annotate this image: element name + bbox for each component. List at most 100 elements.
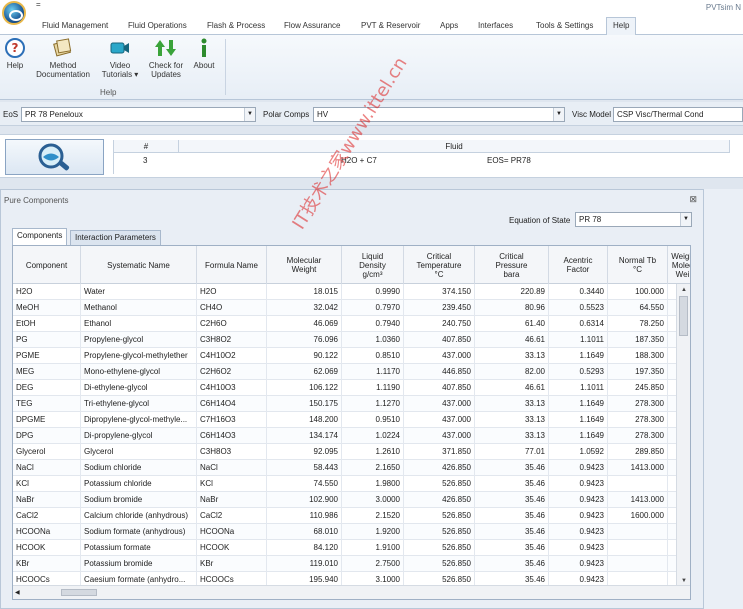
cell-normal-tb[interactable] (608, 476, 668, 492)
table-row[interactable]: PGME Propylene-glycol-methylether C4H10O2 9… (13, 348, 677, 364)
cell-systematic-name[interactable]: Glycerol (81, 444, 197, 460)
cell-acentric-factor[interactable]: 0.9423 (549, 540, 608, 556)
chevron-down-icon[interactable]: ▼ (244, 108, 255, 121)
cell-component[interactable]: PGME (13, 348, 81, 364)
cell-systematic-name[interactable]: Water (81, 284, 197, 300)
tab-interaction-parameters[interactable]: Interaction Parameters (70, 230, 161, 246)
cell-critical-pressure[interactable]: 35.46 (475, 524, 549, 540)
cell-molecular-weight[interactable]: 32.042 (267, 300, 342, 316)
cell-acentric-factor[interactable]: 0.6314 (549, 316, 608, 332)
cell-formula-name[interactable]: C6H14O3 (197, 428, 267, 444)
cell-formula-name[interactable]: C4H10O2 (197, 348, 267, 364)
table-row[interactable]: KCl Potassium chloride KCl 74.550 1.9800 526.… (13, 476, 677, 492)
cell-molecular-weight[interactable]: 106.122 (267, 380, 342, 396)
cell-critical-pressure[interactable]: 33.13 (475, 348, 549, 364)
cell-molecular-weight[interactable]: 18.015 (267, 284, 342, 300)
cell-acentric-factor[interactable]: 0.5523 (549, 300, 608, 316)
grid-header-col-critical-temperature[interactable]: Critical Temperature °C (404, 246, 475, 284)
cell-formula-name[interactable]: C7H16O3 (197, 412, 267, 428)
cell-systematic-name[interactable]: Sodium formate (anhydrous) (81, 524, 197, 540)
cell-acentric-factor[interactable]: 1.1011 (549, 332, 608, 348)
cell-systematic-name[interactable]: Methanol (81, 300, 197, 316)
cell-critical-pressure[interactable]: 77.01 (475, 444, 549, 460)
cell-formula-name[interactable]: C2H6O (197, 316, 267, 332)
cell-liquid-density[interactable]: 0.9510 (342, 412, 404, 428)
cell-acentric-factor[interactable]: 0.9423 (549, 476, 608, 492)
cell-formula-name[interactable]: HCOONa (197, 524, 267, 540)
help-button[interactable]: ? Help (4, 37, 26, 70)
cell-liquid-density[interactable]: 1.9100 (342, 540, 404, 556)
cell-critical-temperature[interactable]: 437.000 (404, 348, 475, 364)
cell-critical-pressure[interactable]: 33.13 (475, 412, 549, 428)
cell-formula-name[interactable]: KCl (197, 476, 267, 492)
cell-component[interactable]: Glycerol (13, 444, 81, 460)
cell-critical-pressure[interactable]: 33.13 (475, 428, 549, 444)
cell-acentric-factor[interactable]: 1.1649 (549, 396, 608, 412)
table-row[interactable]: DEG Di-ethylene-glycol C4H10O3 106.122 1.119… (13, 380, 677, 396)
cell-liquid-density[interactable]: 1.1170 (342, 364, 404, 380)
cell-formula-name[interactable]: C6H14O4 (197, 396, 267, 412)
cell-liquid-density[interactable]: 1.1190 (342, 380, 404, 396)
table-row[interactable]: NaBr Sodium bromide NaBr 102.900 3.0000 426.8… (13, 492, 677, 508)
cell-normal-tb[interactable] (608, 540, 668, 556)
cell-critical-temperature[interactable]: 437.000 (404, 428, 475, 444)
tab-fluid-management[interactable]: Fluid Management (42, 19, 108, 35)
cell-systematic-name[interactable]: Propylene-glycol (81, 332, 197, 348)
cell-critical-temperature[interactable]: 446.850 (404, 364, 475, 380)
cell-acentric-factor[interactable]: 0.9423 (549, 508, 608, 524)
cell-normal-tb[interactable]: 1413.000 (608, 460, 668, 476)
table-row[interactable]: DPG Di-propylene-glycol C6H14O3 134.174 1.02… (13, 428, 677, 444)
cell-component[interactable]: DEG (13, 380, 81, 396)
table-row[interactable]: MeOH Methanol CH4O 32.042 0.7970 239.450 80.96… (13, 300, 677, 316)
cell-liquid-density[interactable]: 1.9800 (342, 476, 404, 492)
cell-critical-temperature[interactable]: 526.850 (404, 540, 475, 556)
cell-acentric-factor[interactable]: 0.9423 (549, 524, 608, 540)
cell-normal-tb[interactable]: 188.300 (608, 348, 668, 364)
cell-critical-temperature[interactable]: 240.750 (404, 316, 475, 332)
cell-component[interactable]: HCOOK (13, 540, 81, 556)
grid-header-col-component[interactable]: Component (13, 246, 81, 284)
scroll-thumb[interactable] (679, 296, 688, 336)
cell-systematic-name[interactable]: Potassium bromide (81, 556, 197, 572)
cell-systematic-name[interactable]: Sodium bromide (81, 492, 197, 508)
cell-critical-pressure[interactable]: 35.46 (475, 460, 549, 476)
cell-formula-name[interactable]: CaCl2 (197, 508, 267, 524)
tab-interfaces[interactable]: Interfaces (478, 19, 513, 35)
cell-component[interactable]: CaCl2 (13, 508, 81, 524)
cell-molecular-weight[interactable]: 46.069 (267, 316, 342, 332)
scroll-up-icon[interactable]: ▲ (677, 285, 690, 295)
grid-header-col-systematic-name[interactable]: Systematic Name (81, 246, 197, 284)
scroll-left-icon[interactable]: ◀ (15, 586, 20, 599)
method-documentation-button[interactable]: Method Documentation (34, 37, 92, 79)
cell-component[interactable]: PG (13, 332, 81, 348)
cell-systematic-name[interactable]: Potassium chloride (81, 476, 197, 492)
vertical-scrollbar[interactable]: ▲ ▼ (676, 284, 690, 587)
cell-component[interactable]: KBr (13, 556, 81, 572)
cell-normal-tb[interactable]: 100.000 (608, 284, 668, 300)
table-row[interactable]: HCOONa Sodium formate (anhydrous) HCOONa 68… (13, 524, 677, 540)
cell-critical-pressure[interactable]: 35.46 (475, 540, 549, 556)
quick-access-toolbar[interactable]: = (36, 0, 41, 9)
cell-formula-name[interactable]: H2O (197, 284, 267, 300)
cell-component[interactable]: MEG (13, 364, 81, 380)
cell-acentric-factor[interactable]: 0.3440 (549, 284, 608, 300)
cell-molecular-weight[interactable]: 90.122 (267, 348, 342, 364)
tab-apps[interactable]: Apps (440, 19, 458, 35)
cell-liquid-density[interactable]: 1.9200 (342, 524, 404, 540)
cell-molecular-weight[interactable]: 74.550 (267, 476, 342, 492)
table-row[interactable]: HCOOK Potassium formate HCOOK 84.120 1.9100 5… (13, 540, 677, 556)
cell-critical-temperature[interactable]: 407.850 (404, 332, 475, 348)
panel-eos-select[interactable]: PR 78 ▼ (575, 212, 692, 227)
cell-liquid-density[interactable]: 0.8510 (342, 348, 404, 364)
cell-component[interactable]: DPG (13, 428, 81, 444)
cell-liquid-density[interactable]: 1.2610 (342, 444, 404, 460)
grid-header-col-weight-molecular[interactable]: Weigh Molec Wei (668, 246, 690, 284)
video-tutorials-button[interactable]: Video Tutorials ▾ (100, 37, 140, 79)
cell-component[interactable]: TEG (13, 396, 81, 412)
cell-normal-tb[interactable]: 278.300 (608, 428, 668, 444)
table-row[interactable]: KBr Potassium bromide KBr 119.010 2.7500 526.… (13, 556, 677, 572)
horizontal-scrollbar[interactable]: ◀ (13, 585, 690, 599)
cell-critical-temperature[interactable]: 407.850 (404, 380, 475, 396)
cell-acentric-factor[interactable]: 1.1649 (549, 412, 608, 428)
cell-critical-temperature[interactable]: 437.000 (404, 412, 475, 428)
